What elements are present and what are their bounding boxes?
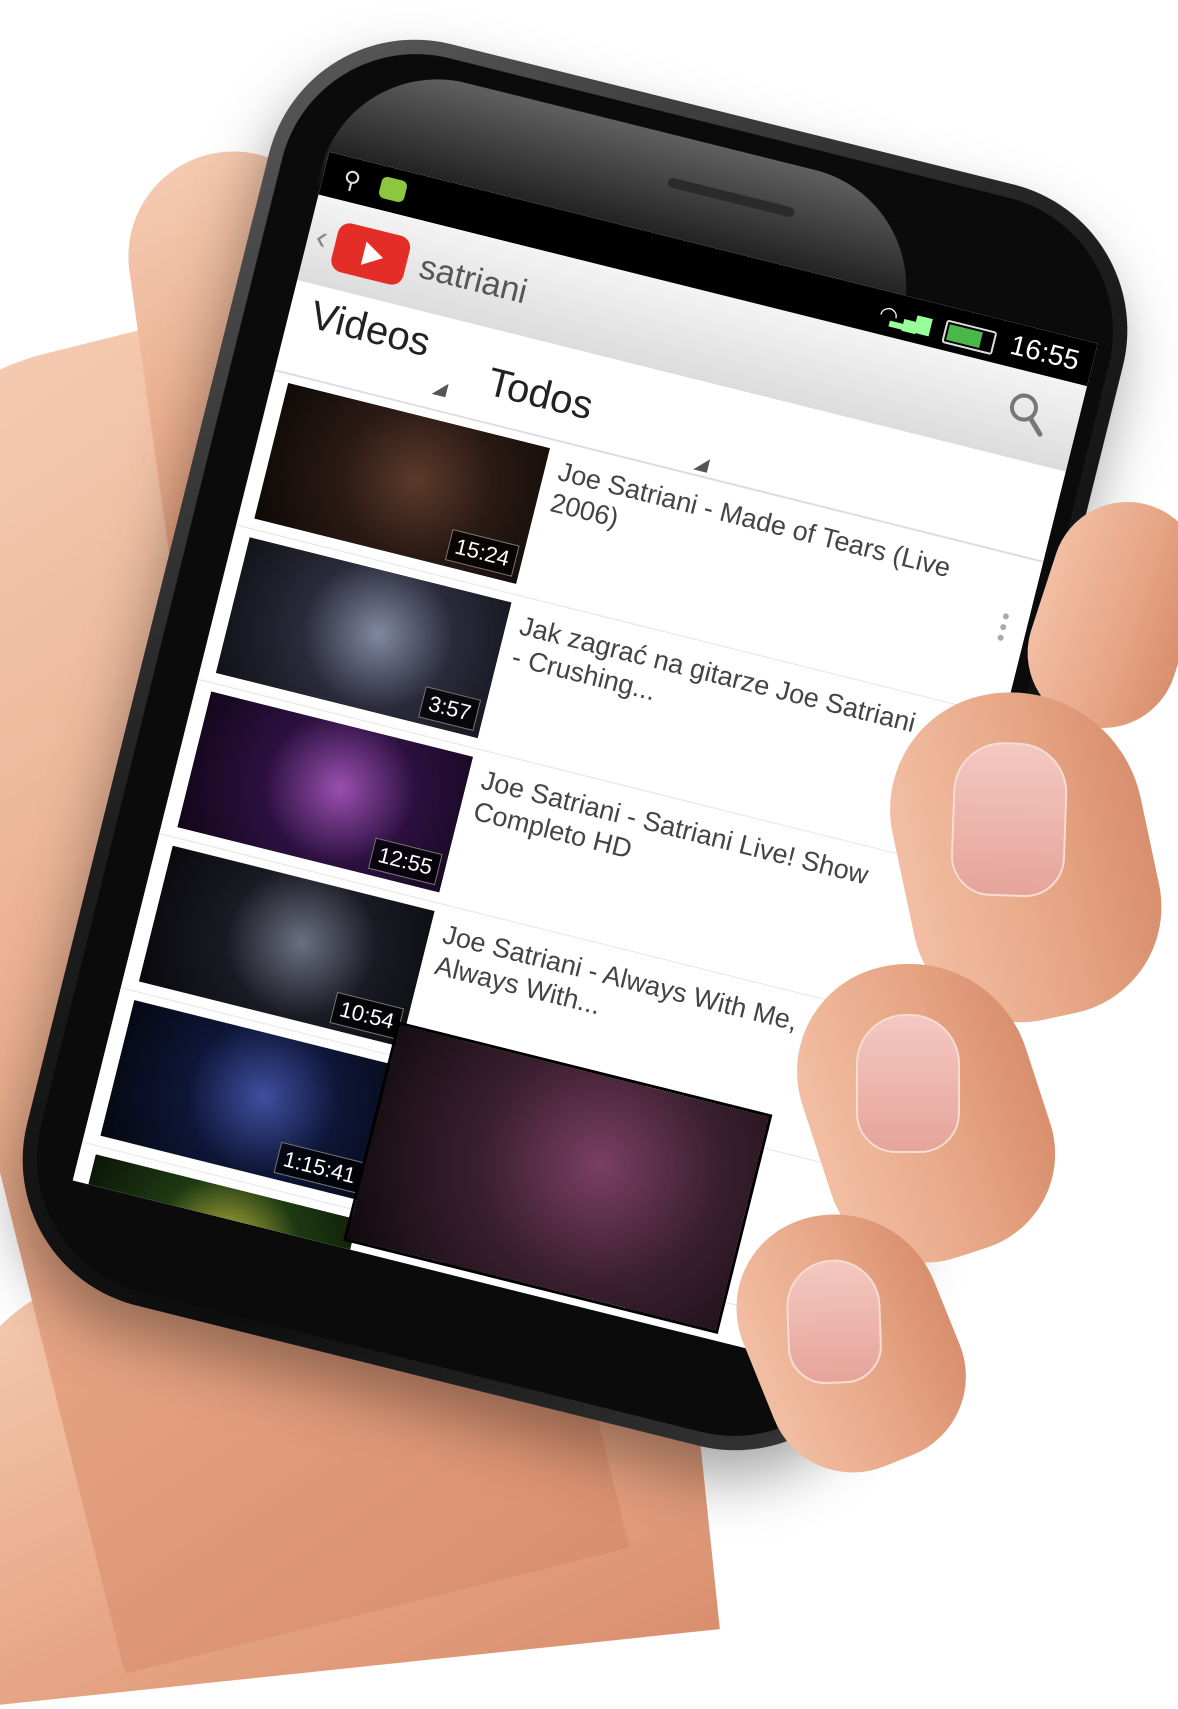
youtube-logo-icon[interactable]: [328, 220, 413, 288]
notification-icon: [377, 175, 409, 204]
video-meta: [348, 1318, 756, 1372]
usb-icon: ⚲: [339, 165, 364, 196]
fingernail: [784, 1258, 884, 1386]
dropdown-arrow-icon[interactable]: [693, 455, 711, 473]
battery-icon: [941, 319, 998, 356]
tab-todos[interactable]: Todos: [483, 360, 597, 429]
search-icon[interactable]: [1000, 386, 1053, 439]
signal-bars-icon: ▂▄▆: [888, 305, 932, 336]
fingernail: [855, 1013, 960, 1153]
dropdown-arrow-icon[interactable]: [431, 380, 449, 398]
back-caret-icon[interactable]: ‹: [312, 218, 332, 259]
fingernail: [949, 740, 1069, 899]
search-query[interactable]: satriani: [415, 248, 532, 312]
overflow-menu-icon[interactable]: [993, 612, 1011, 649]
